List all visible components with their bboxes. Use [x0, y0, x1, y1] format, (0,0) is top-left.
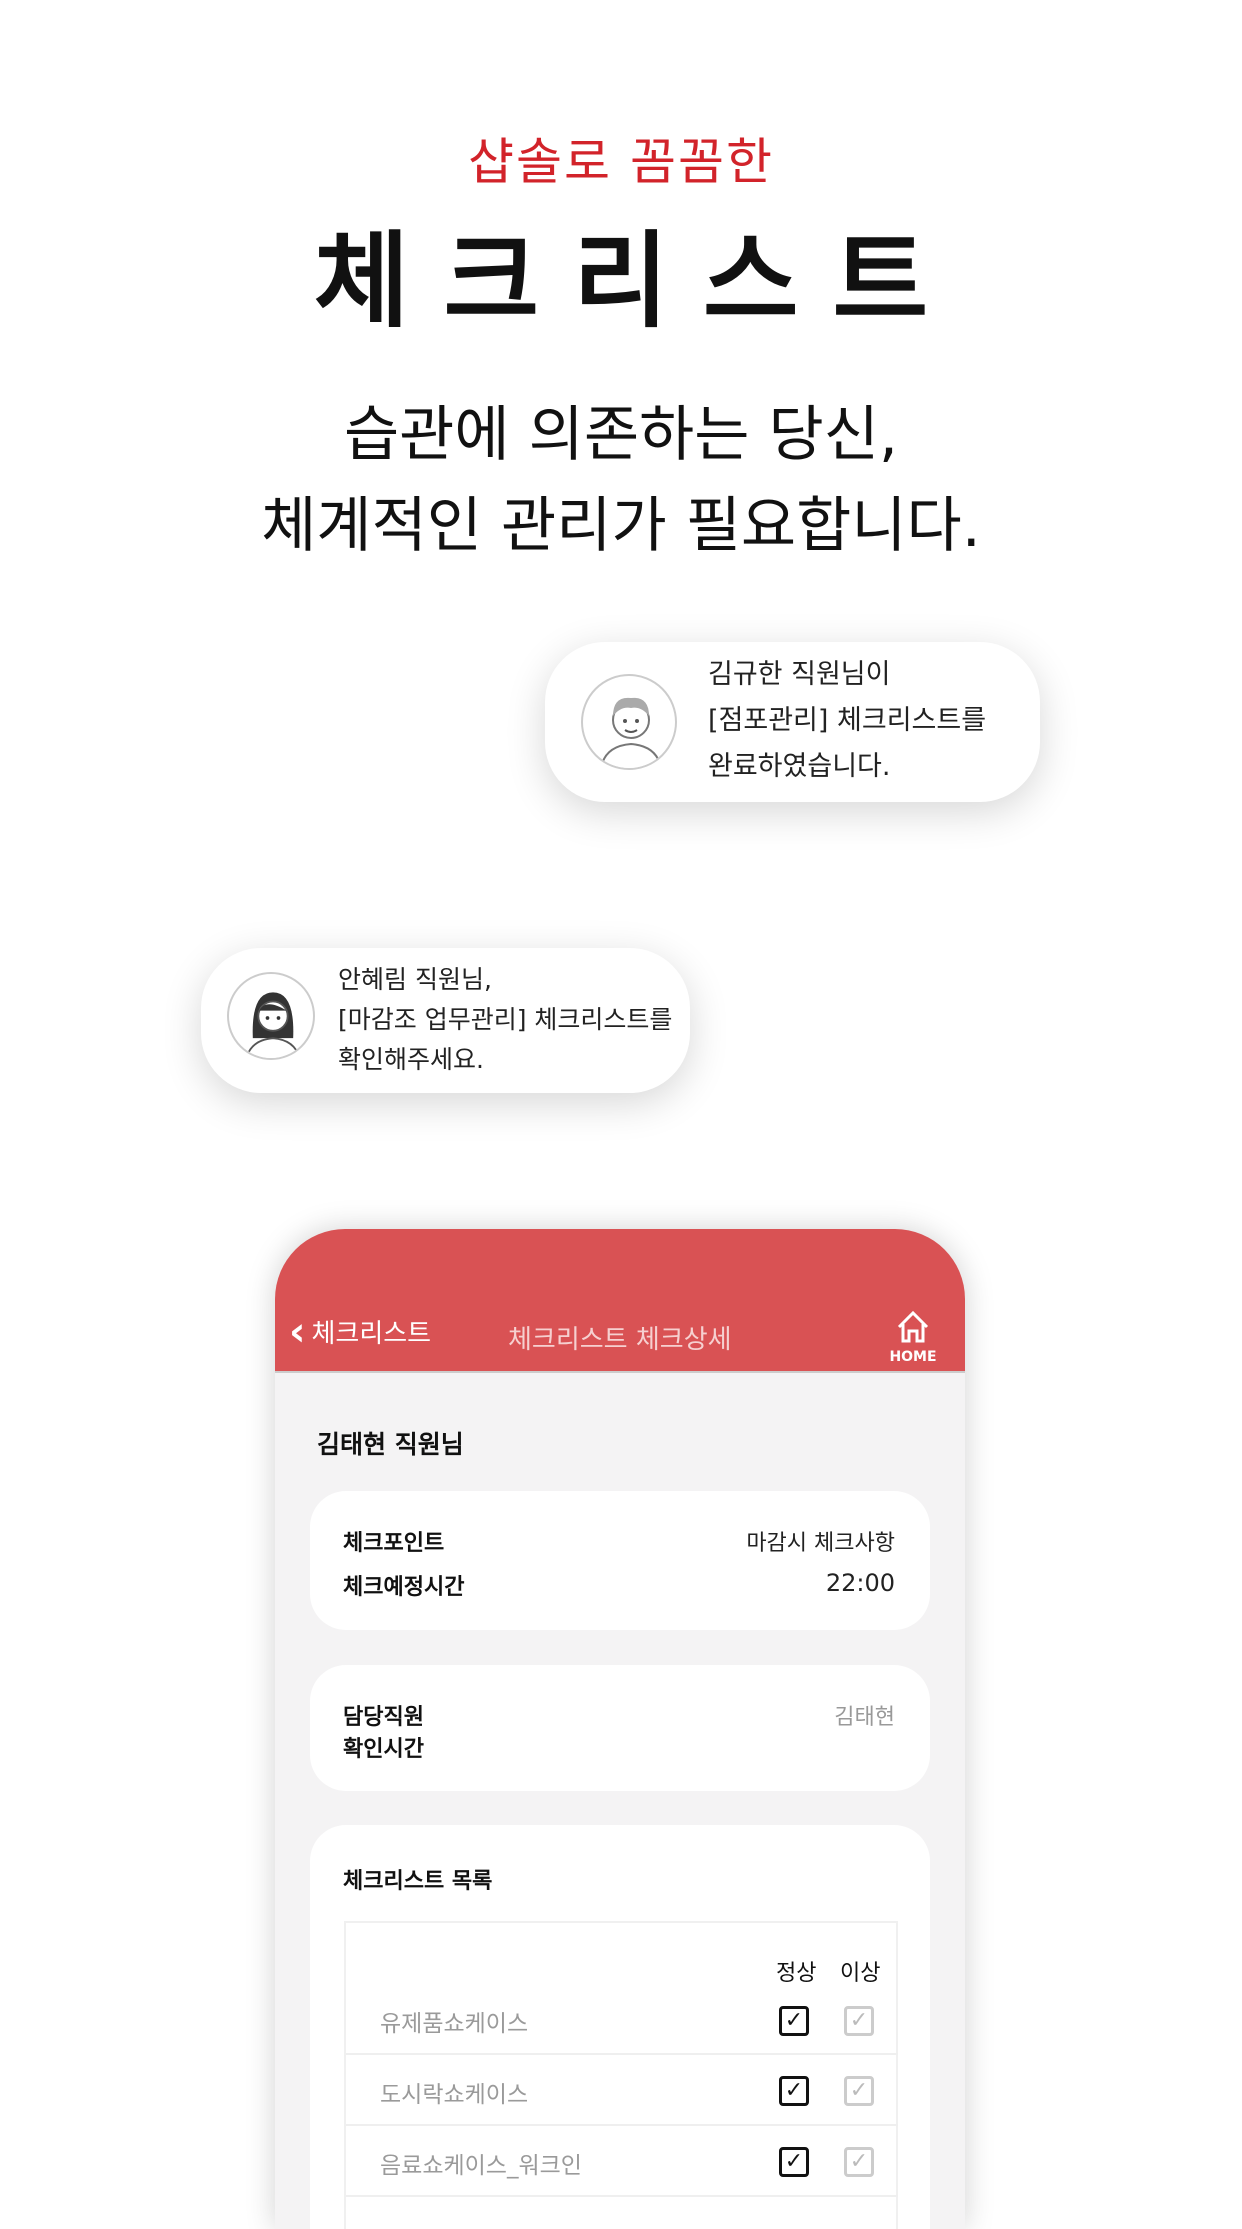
male-avatar-icon [581, 674, 677, 770]
info-label: 체크포인트 [343, 1531, 445, 1556]
header-title: 체크리스트 체크상세 [508, 1325, 732, 1355]
app-header: ‹ 체크리스트 체크리스트 체크상세 HOME [275, 1229, 965, 1373]
hero-body-line1: 습관에 의존하는 당신, [343, 400, 899, 470]
back-label: 체크리스트 [311, 1319, 432, 1349]
notification-line: 완료하였습니다. [708, 751, 891, 782]
info-value: 22:00 [825, 1569, 895, 1597]
staff-label: 담당직원 [343, 1705, 424, 1730]
col-abnormal: 이상 [840, 1961, 881, 1986]
staff-value: 김태현 [834, 1705, 895, 1730]
item-name: 유제품쇼케이스 [380, 2011, 529, 2037]
notification-line: 김규한 직원님이 [708, 659, 891, 690]
bubble-tail [580, 1080, 630, 1200]
staff-label: 확인시간 [343, 1737, 424, 1762]
home-icon [897, 1310, 929, 1343]
female-avatar-icon [227, 972, 315, 1060]
chevron-left-icon: ‹ [289, 1308, 306, 1355]
hero-subtitle: 샵솔로 꼼꼼한 [468, 133, 774, 191]
checklist-row: 음료쇼케이스_워크인 ✓ ✓ [346, 2126, 898, 2197]
item-name: 도시락쇼케이스 [380, 2082, 529, 2108]
normal-checkbox[interactable]: ✓ [779, 2147, 809, 2177]
item-name: 음료쇼케이스_워크인 [380, 2153, 582, 2179]
checklist-title: 체크리스트 목록 [343, 1869, 493, 1894]
normal-checkbox[interactable]: ✓ [779, 2076, 809, 2106]
staff-card: 담당직원 김태현 확인시간 [310, 1665, 930, 1791]
checklist-row: 유제품쇼케이스 ✓ ✓ [346, 1984, 898, 2055]
abnormal-checkbox[interactable]: ✓ [844, 2076, 874, 2106]
col-normal: 정상 [776, 1961, 817, 1986]
checkpoint-card: 체크포인트 마감시 체크사항 체크예정시간 22:00 [310, 1491, 930, 1630]
checklist-table: 정상 이상 유제품쇼케이스 ✓ ✓ 도시락쇼케이스 ✓ ✓ 음료쇼케이스_워크인… [344, 1921, 898, 2229]
notification-line: 안혜림 직원님, [338, 965, 492, 994]
home-button[interactable]: HOME [885, 1309, 941, 1365]
notification-line: [마감조 업무관리] 체크리스트를 [338, 1005, 673, 1034]
notification-bubble-completed: 김규한 직원님이 [점포관리] 체크리스트를 완료하였습니다. [545, 642, 1040, 802]
hero-title: 체크리스트 [313, 220, 963, 342]
notification-bubble-reminder: 안혜림 직원님, [마감조 업무관리] 체크리스트를 확인해주세요. [201, 948, 690, 1093]
user-name: 김태현 직원님 [317, 1430, 464, 1459]
hero-body-line2: 체계적인 관리가 필요합니다. [261, 491, 981, 561]
home-label: HOME [889, 1349, 937, 1365]
info-label: 체크예정시간 [343, 1575, 465, 1600]
notification-line: [점포관리] 체크리스트를 [708, 705, 987, 736]
normal-checkbox[interactable]: ✓ [779, 2006, 809, 2036]
notification-line: 확인해주세요. [338, 1045, 484, 1074]
checklist-card: 체크리스트 목록 정상 이상 유제품쇼케이스 ✓ ✓ 도시락쇼케이스 ✓ ✓ 음… [310, 1825, 930, 2229]
info-value: 마감시 체크사항 [746, 1531, 895, 1556]
back-button[interactable]: ‹ 체크리스트 [289, 1308, 432, 1355]
abnormal-checkbox[interactable]: ✓ [844, 2147, 874, 2177]
checklist-row: 도시락쇼케이스 ✓ ✓ [346, 2055, 898, 2126]
phone-mockup: ‹ 체크리스트 체크리스트 체크상세 HOME 김태현 직원님 체크포인트 마감… [275, 1229, 965, 2229]
abnormal-checkbox[interactable]: ✓ [844, 2006, 874, 2036]
